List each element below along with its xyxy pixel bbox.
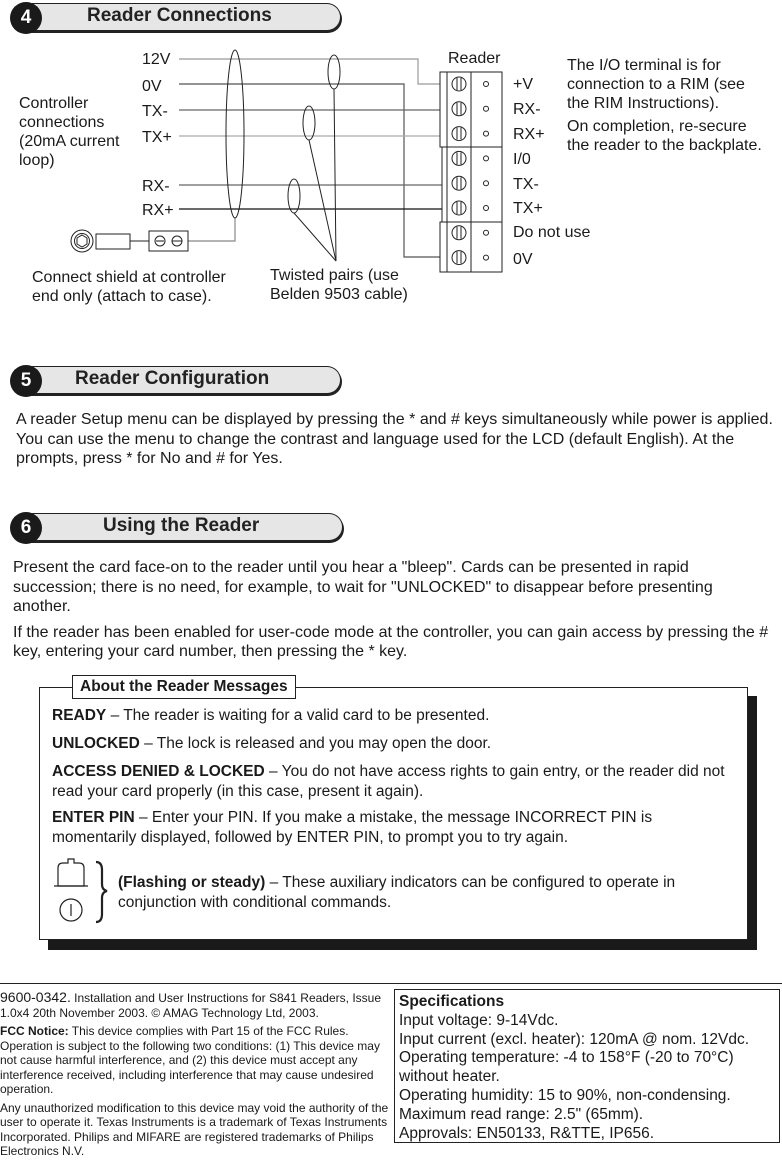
cable-bundle [225,49,245,219]
terminal-label-tx-minus: TX- [513,176,539,193]
terminal-label-rx-minus: RX- [513,101,541,118]
wire-label-rx-plus: RX+ [142,202,174,219]
paragraph-text: A reader Setup menu can be displayed by … [16,411,773,467]
fcc-label: FCC Notice: [0,1024,69,1038]
note-line: The I/O terminal is for [567,57,721,74]
paragraph-text: If the reader has been enabled for user-… [13,623,769,661]
terminal-label-do-not-use: Do not use [513,224,591,241]
reader-label: Reader [448,50,501,67]
controller-connections-label: Controller connections (20mA current loo… [19,94,119,170]
message-item-ready: READY – The reader is waiting for a vali… [52,706,732,726]
spec-line: Operating humidity: 15 to 90%, non-conde… [399,1086,731,1104]
note-line: Twisted pairs (use [270,267,399,284]
indicator-icons [54,858,108,924]
section-title: Using the Reader [103,515,260,536]
shield-connector [70,229,189,253]
note-line: Belden 9503 cable) [270,286,408,303]
terminal-label-tx-plus: TX+ [513,200,543,217]
note-line: On completion, re-secure [567,118,747,135]
wire-label-12v: 12V [142,51,171,68]
message-term: ACCESS DENIED & LOCKED [52,763,265,780]
label-line: (20mA current [19,133,120,150]
terminal-pin-icon [483,155,489,162]
wire-shield [188,218,236,242]
using-paragraphs: Present the card face-on to the reader u… [13,558,773,668]
wire-label-tx-minus: TX- [142,103,168,120]
section-number: 5 [10,365,42,397]
terminal-label-io: I/0 [513,151,531,168]
spec-line: Approvals: EN50133, R&TTE, IP656. [399,1124,655,1142]
spec-line: without heater. [399,1068,500,1086]
note-line: connection to a RIM (see [567,76,745,93]
twisted-pair-tx [302,105,316,141]
led-indicator-icon [59,898,83,922]
message-item-unlocked: UNLOCKED – The lock is released and you … [52,734,732,754]
configuration-paragraph: A reader Setup menu can be displayed by … [16,410,782,475]
note-line: the reader to the backplate. [567,137,762,154]
terminal-label-rx-plus: RX+ [513,126,545,143]
section-header-reader-configuration: 5 Reader Configuration [10,365,345,397]
section-header-using-the-reader: 6 Using the Reader [10,512,347,544]
terminal-pin-icon [483,130,489,137]
section-number: 6 [10,512,42,544]
messages-box-title: About the Reader Messages [72,675,296,699]
specifications-title: Specifications [399,993,505,1010]
terminal-pin-icon [483,105,489,112]
message-term: READY [52,707,107,724]
message-desc: – The lock is released and you may open … [139,735,492,752]
spec-line: Input current (excl. heater): 120mA @ no… [399,1030,750,1048]
footer-divider [0,983,782,984]
spec-line: Input voltage: 9-14Vdc. [399,1011,559,1029]
section-title: Reader Configuration [75,368,270,389]
wire-12v [179,58,444,85]
terminal-label-plus-v: +V [513,76,534,93]
note-line: Connect shield at controller [32,269,226,286]
terminal-pin-icon [483,180,489,187]
io-terminal-note: The I/O terminal is for connection to a … [567,56,745,113]
message-term: UNLOCKED [52,735,140,752]
spec-line: Operating temperature: -4 to 158°F (-20 … [399,1049,734,1067]
note-line: the RIM Instructions). [567,95,720,112]
message-term: ENTER PIN [52,809,135,826]
message-desc: – Enter your PIN. If you make a mistake,… [52,809,653,846]
terminal-pin-icon [483,254,489,261]
wire-label-0v: 0V [142,78,162,95]
terminal-pin-icon [483,205,489,211]
specifications-box: Specifications Input voltage: 9-14Vdc. I… [394,989,780,1143]
message-desc: – The reader is waiting for a valid card… [106,707,490,724]
message-item-indicators: (Flashing or steady) – These auxiliary i… [118,873,738,913]
label-line: loop) [19,152,55,169]
fcc-notice: FCC Notice: This device complies with Pa… [0,1024,390,1097]
doc-info: 9600-0342. Installation and User Instruc… [0,990,390,1020]
trademark-notice: Any unauthorized modification to this de… [0,1100,389,1159]
label-line: connections [19,114,105,131]
message-item-access-denied: ACCESS DENIED & LOCKED – You do not have… [52,762,732,802]
doc-number: 9600-0342. [0,989,71,1005]
shield-note: Connect shield at controller end only (a… [32,268,226,306]
spec-line: Maximum read range: 2.5" (65mm). [399,1105,644,1123]
message-item-enter-pin: ENTER PIN – Enter your PIN. If you make … [52,808,732,848]
twisted-pair-rx [287,178,301,214]
message-term: (Flashing or steady) [118,874,266,891]
wire-label-rx-minus: RX- [142,178,170,195]
terminal-pin-icon [483,81,489,87]
brace-icon [95,860,108,924]
footer-legal: 9600-0342. Installation and User Instruc… [0,990,390,1163]
twisted-pairs-note: Twisted pairs (use Belden 9503 cable) [270,266,408,304]
bell-icon [54,858,88,887]
resecure-note: On completion, re-secure the reader to t… [567,117,762,155]
label-line: Controller [19,95,89,112]
note-line: end only (attach to case). [32,288,212,305]
reader-terminal-block [439,71,503,273]
paragraph-text: Present the card face-on to the reader u… [13,559,713,615]
terminal-label-0v: 0V [513,251,533,268]
terminal-pin-icon [483,229,489,236]
wire-label-tx-plus: TX+ [142,129,172,146]
